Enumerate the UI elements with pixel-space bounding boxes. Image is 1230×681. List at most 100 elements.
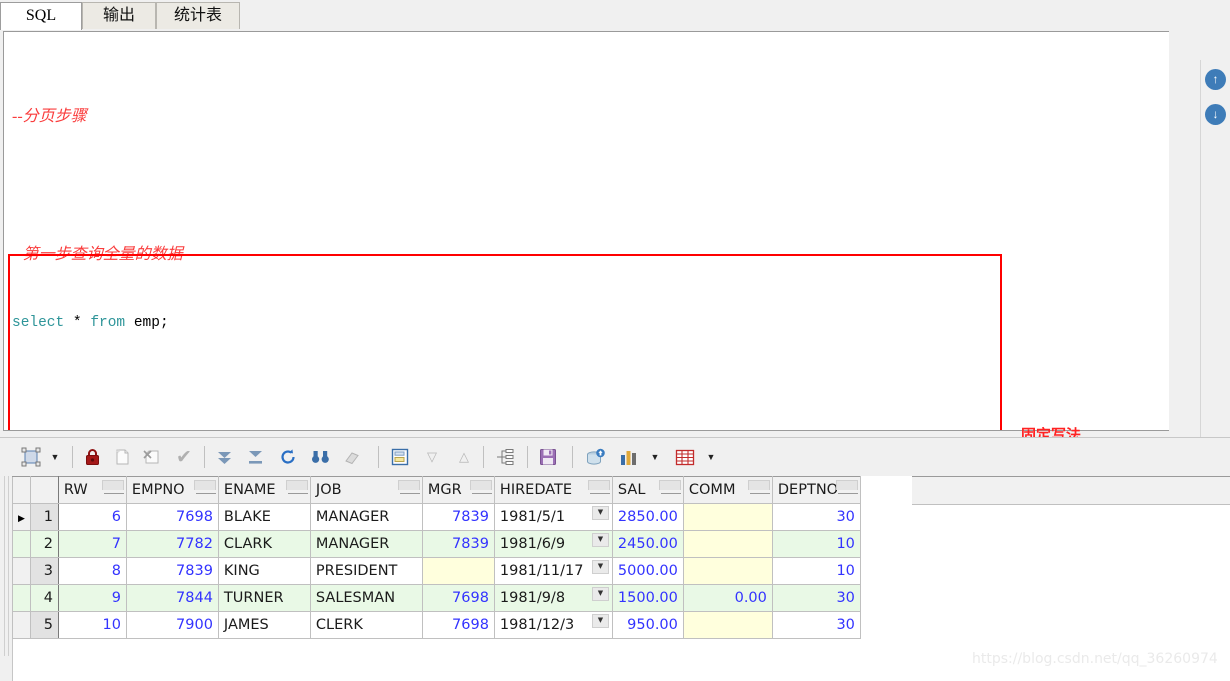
- cell-job[interactable]: CLERK: [309, 611, 423, 639]
- cell-sal[interactable]: 1500.00: [611, 584, 684, 612]
- cell-hiredate[interactable]: 1981/9/8 ▼: [493, 584, 613, 612]
- cell-sal[interactable]: 2850.00: [611, 503, 684, 531]
- previous-statement-icon[interactable]: ↑: [1205, 69, 1226, 90]
- cell-rw[interactable]: 6: [57, 503, 127, 531]
- cell-mgr[interactable]: 7698: [421, 611, 495, 639]
- table-row[interactable]: 5 10 7900 JAMES CLERK 7698 1981/12/3 ▼ 95…: [12, 611, 861, 639]
- cell-comm[interactable]: [682, 611, 773, 639]
- cell-rw[interactable]: 7: [57, 530, 127, 558]
- cell-mgr[interactable]: [421, 557, 495, 585]
- cell-empno[interactable]: 7839: [125, 557, 219, 585]
- cell-empno[interactable]: 7782: [125, 530, 219, 558]
- table-row[interactable]: ▶ 1 6 7698 BLAKE MANAGER 7839 1981/5/1 ▼ …: [12, 503, 861, 531]
- cell-comm[interactable]: [682, 530, 773, 558]
- cell-deptno[interactable]: 10: [771, 557, 861, 585]
- new-page-icon[interactable]: [110, 444, 134, 470]
- cell-sal[interactable]: 2450.00: [611, 530, 684, 558]
- cell-mgr[interactable]: 7839: [421, 530, 495, 558]
- cell-ename[interactable]: KING: [217, 557, 311, 585]
- column-header-hiredate[interactable]: HIREDATE: [493, 476, 613, 504]
- commit-check-icon[interactable]: ✔: [172, 444, 196, 470]
- tab-statistics-label: 统计表: [173, 7, 222, 24]
- cell-ename[interactable]: TURNER: [217, 584, 311, 612]
- cell-job[interactable]: PRESIDENT: [309, 557, 423, 585]
- fetch-last-icon[interactable]: [243, 444, 267, 470]
- column-header-job[interactable]: JOB: [309, 476, 423, 504]
- column-header-deptno[interactable]: DEPTNO: [771, 476, 861, 504]
- cell-comm[interactable]: [682, 557, 773, 585]
- grid-dropdown-caret-icon[interactable]: ▼: [704, 444, 718, 470]
- explain-plan-icon[interactable]: [388, 444, 412, 470]
- cell-job[interactable]: MANAGER: [309, 503, 423, 531]
- cell-empno[interactable]: 7698: [125, 503, 219, 531]
- column-header-empno[interactable]: EMPNO: [125, 476, 219, 504]
- tab-statistics[interactable]: 统计表: [156, 2, 240, 29]
- cell-rw[interactable]: 8: [57, 557, 127, 585]
- date-dropdown-icon[interactable]: ▼: [591, 614, 609, 628]
- cell-mgr[interactable]: 7698: [421, 584, 495, 612]
- row-selector[interactable]: [12, 530, 31, 558]
- column-header-comm[interactable]: COMM: [682, 476, 773, 504]
- column-header-rw[interactable]: RW: [57, 476, 127, 504]
- date-dropdown-icon[interactable]: ▼: [591, 587, 609, 601]
- cell-comm[interactable]: [682, 503, 773, 531]
- tab-sql[interactable]: SQL: [0, 2, 82, 30]
- execute-icon[interactable]: [18, 444, 44, 470]
- find-icon[interactable]: [308, 444, 332, 470]
- cell-hiredate[interactable]: 1981/6/9 ▼: [493, 530, 613, 558]
- date-dropdown-icon[interactable]: ▼: [591, 560, 609, 574]
- cell-deptno[interactable]: 30: [771, 611, 861, 639]
- row-selector[interactable]: [12, 584, 31, 612]
- cell-ename[interactable]: JAMES: [217, 611, 311, 639]
- row-number: 2: [29, 530, 59, 558]
- cell-rw[interactable]: 10: [57, 611, 127, 639]
- next-statement-icon[interactable]: ↓: [1205, 104, 1226, 125]
- move-down-icon[interactable]: ▽: [420, 444, 444, 470]
- table-row[interactable]: 4 9 7844 TURNER SALESMAN 7698 1981/9/8 ▼ …: [12, 584, 861, 612]
- cell-sal[interactable]: 950.00: [611, 611, 684, 639]
- cell-job[interactable]: MANAGER: [309, 530, 423, 558]
- column-header-sal[interactable]: SAL: [611, 476, 684, 504]
- grid-icon[interactable]: [672, 444, 698, 470]
- row-selector[interactable]: ▶: [12, 503, 31, 531]
- cell-deptno[interactable]: 30: [771, 584, 861, 612]
- cell-deptno[interactable]: 30: [771, 503, 861, 531]
- cell-hiredate[interactable]: 1981/5/1 ▼: [493, 503, 613, 531]
- table-row[interactable]: 2 7 7782 CLARK MANAGER 7839 1981/6/9 ▼ 24…: [12, 530, 861, 558]
- sql-code[interactable]: --分页步骤 --第一步查询全量的数据 select * from emp; -…: [12, 36, 1162, 430]
- chart-dropdown-caret-icon[interactable]: ▼: [648, 444, 662, 470]
- cell-deptno[interactable]: 10: [771, 530, 861, 558]
- eraser-icon[interactable]: [340, 444, 364, 470]
- chart-icon[interactable]: [616, 444, 642, 470]
- lock-icon[interactable]: [80, 444, 104, 470]
- date-dropdown-icon[interactable]: ▼: [591, 533, 609, 547]
- cell-hiredate[interactable]: 1981/11/17 ▼: [493, 557, 613, 585]
- save-icon[interactable]: [535, 444, 561, 470]
- cell-mgr[interactable]: 7839: [421, 503, 495, 531]
- cell-empno[interactable]: 7900: [125, 611, 219, 639]
- table-row[interactable]: 3 8 7839 KING PRESIDENT 1981/11/17 ▼ 5000…: [12, 557, 861, 585]
- cancel-page-icon[interactable]: [140, 444, 166, 470]
- column-header-mgr[interactable]: MGR: [421, 476, 495, 504]
- fetch-all-icon[interactable]: [212, 444, 236, 470]
- cell-empno[interactable]: 7844: [125, 584, 219, 612]
- row-selector[interactable]: [12, 557, 31, 585]
- execute-dropdown-caret-icon[interactable]: ▼: [48, 444, 62, 470]
- tab-output[interactable]: 输出: [82, 2, 156, 29]
- row-selector[interactable]: [12, 611, 31, 639]
- cell-comm[interactable]: 0.00: [682, 584, 773, 612]
- tree-view-icon[interactable]: [492, 444, 518, 470]
- date-dropdown-icon[interactable]: ▼: [591, 506, 609, 520]
- cell-ename[interactable]: CLARK: [217, 530, 311, 558]
- refresh-icon[interactable]: [276, 444, 300, 470]
- cell-ename[interactable]: BLAKE: [217, 503, 311, 531]
- db-export-icon[interactable]: [583, 444, 609, 470]
- move-up-icon[interactable]: △: [452, 444, 476, 470]
- cell-hiredate[interactable]: 1981/12/3 ▼: [493, 611, 613, 639]
- row-selector-header: [12, 476, 31, 504]
- cell-rw[interactable]: 9: [57, 584, 127, 612]
- cell-job[interactable]: SALESMAN: [309, 584, 423, 612]
- sql-editor[interactable]: --分页步骤 --第一步查询全量的数据 select * from emp; -…: [3, 31, 1169, 431]
- column-header-ename[interactable]: ENAME: [217, 476, 311, 504]
- cell-sal[interactable]: 5000.00: [611, 557, 684, 585]
